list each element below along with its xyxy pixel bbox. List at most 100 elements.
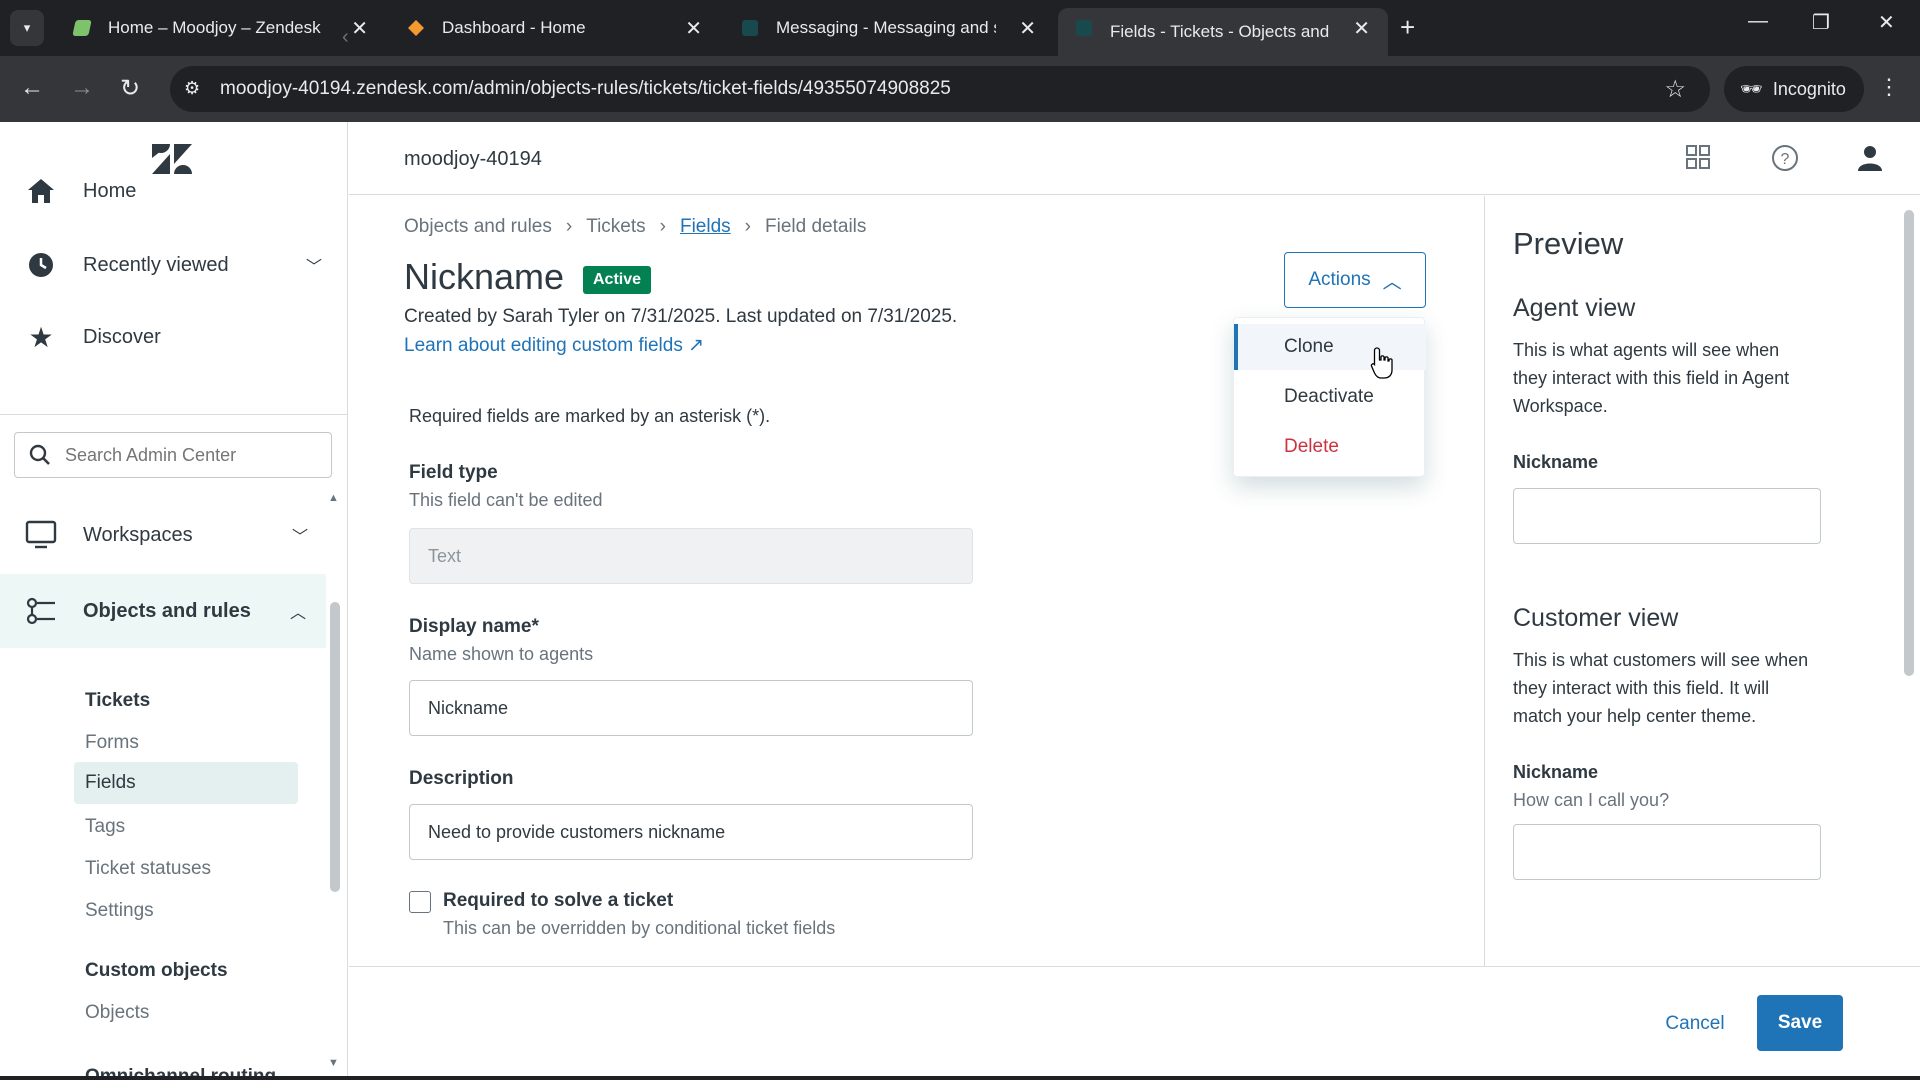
restore-icon[interactable]: ❐ (1812, 10, 1830, 35)
zendesk-favicon-icon (72, 20, 92, 36)
sidebar-item-discover[interactable]: ★ Discover (0, 308, 347, 366)
scroll-down-icon[interactable]: ▼ (328, 1057, 339, 1069)
menu-item-delete[interactable]: Delete (1234, 424, 1426, 470)
save-button[interactable]: Save (1757, 995, 1843, 1051)
customer-view-heading: Customer view (1513, 604, 1679, 632)
sidebar-subitem-objects[interactable]: Objects (85, 1002, 149, 1024)
sidebar-subitem-forms[interactable]: Forms (85, 732, 139, 754)
products-grid-icon[interactable] (1685, 144, 1715, 174)
browser-tab-home[interactable]: Home – Moodjoy – Zendesk ✕ (56, 8, 386, 48)
zendesk-favicon-icon (1076, 20, 1092, 36)
close-tab-icon[interactable]: ✕ (1353, 16, 1370, 41)
tab-title: Fields - Tickets - Objects and ru (1110, 22, 1330, 41)
created-updated-meta: Created by Sarah Tyler on 7/31/2025. Las… (404, 306, 958, 327)
preview-scrollbar[interactable] (1904, 210, 1914, 676)
chevron-up-icon: ︿ (289, 605, 306, 622)
sidebar-item-home[interactable]: Home (0, 162, 347, 220)
bookmark-star-icon[interactable]: ☆ (1664, 75, 1686, 104)
cancel-button[interactable]: Cancel (1643, 997, 1747, 1051)
close-window-icon[interactable]: ✕ (1878, 10, 1895, 35)
breadcrumb-objects-and-rules[interactable]: Objects and rules (404, 216, 552, 238)
external-link-icon: ↗ (688, 335, 705, 356)
reload-icon[interactable]: ↻ (120, 74, 140, 103)
minimize-icon[interactable]: — (1748, 10, 1768, 33)
menu-item-clone[interactable]: Clone (1234, 324, 1426, 370)
admin-header: moodjoy-40194 ? (349, 122, 1920, 195)
custom-objects-heading: Custom objects (85, 960, 228, 981)
agent-preview-label: Nickname (1513, 452, 1599, 472)
sidebar-subitem-ticket-statuses[interactable]: Ticket statuses (85, 858, 211, 880)
breadcrumb-fields[interactable]: Fields (680, 216, 731, 238)
close-tab-icon[interactable]: ✕ (351, 16, 368, 41)
preview-panel: Preview Agent view This is what agents w… (1484, 196, 1904, 966)
divider (0, 414, 347, 415)
sidebar-item-workspaces[interactable]: Workspaces ﹀ (0, 506, 347, 564)
sidebar-item-recently-viewed[interactable]: Recently viewed ﹀ (0, 236, 347, 294)
sidebar-scrollbar[interactable] (330, 602, 340, 892)
breadcrumb-tickets[interactable]: Tickets (586, 216, 645, 238)
scroll-up-icon[interactable]: ▲ (328, 492, 339, 504)
required-to-solve-hint: This can be overridden by conditional ti… (443, 918, 836, 938)
browser-tab-messaging[interactable]: Messaging - Messaging and so ✕ (724, 8, 1054, 48)
help-icon[interactable]: ? (1771, 144, 1801, 174)
sidebar-item-label: Objects and rules (83, 599, 251, 622)
window-bottom-edge (0, 1076, 1920, 1080)
footer-bar: Cancel Save (349, 966, 1920, 1080)
field-type-hint: This field can't be edited (409, 490, 603, 510)
chevron-right-icon: › (565, 216, 573, 237)
description-value: Need to provide customers nickname (428, 821, 726, 842)
customer-preview-input[interactable] (1513, 824, 1821, 880)
browser-tab-dashboard[interactable]: Dashboard - Home ✕ (390, 8, 720, 48)
sidebar-item-objects-and-rules[interactable]: Objects and rules ︿ (0, 574, 326, 648)
tab-title: Messaging - Messaging and so (776, 18, 996, 37)
home-icon (24, 176, 58, 206)
field-type-input: Text (409, 528, 973, 584)
chevron-down-icon: ﹀ (305, 259, 322, 276)
sidebar-subitem-settings[interactable]: Settings (85, 900, 154, 922)
admin-sidebar: Home Recently viewed ﹀ ★ Discover ▲ Work… (0, 122, 348, 1080)
incognito-label: Incognito (1772, 78, 1846, 99)
objects-rules-icon (24, 596, 58, 626)
forward-icon[interactable]: → (70, 74, 94, 102)
collapse-sidebar-icon[interactable]: ‹ (342, 26, 349, 49)
actions-button[interactable]: Actions ︿ (1284, 252, 1426, 308)
menu-item-deactivate[interactable]: Deactivate (1234, 374, 1426, 420)
display-name-value: Nickname (428, 697, 509, 718)
page-title: Nickname (404, 256, 565, 297)
field-details-main: Objects and rules › Tickets › Fields › F… (349, 196, 1484, 966)
breadcrumb-field-details: Field details (765, 216, 867, 237)
display-name-label: Display name* (409, 616, 539, 637)
close-tab-icon[interactable]: ✕ (685, 16, 702, 41)
tab-search-button[interactable]: ▾ (10, 10, 44, 46)
field-type-value: Text (428, 545, 462, 566)
learn-link-text: Learn about editing custom fields (404, 335, 683, 356)
close-tab-icon[interactable]: ✕ (1019, 16, 1036, 41)
incognito-indicator[interactable]: 🕶 Incognito (1724, 66, 1864, 112)
dashboard-favicon-icon (408, 20, 424, 36)
user-profile-icon[interactable] (1857, 144, 1887, 174)
search-admin-center[interactable] (14, 432, 332, 478)
required-to-solve-checkbox[interactable] (409, 891, 431, 913)
address-bar[interactable]: ⚙ moodjoy-40194.zendesk.com/admin/object… (170, 66, 1710, 112)
sidebar-item-label: Workspaces (83, 523, 193, 546)
svg-text:?: ? (1781, 151, 1790, 168)
site-info-icon[interactable]: ⚙ (184, 78, 200, 99)
browser-tab-fields[interactable]: Fields - Tickets - Objects and ru ✕ (1058, 8, 1388, 56)
actions-label: Actions (1308, 269, 1371, 290)
search-input[interactable] (65, 445, 315, 466)
back-icon[interactable]: ← (20, 74, 44, 102)
preview-title: Preview (1513, 226, 1624, 261)
incognito-icon: 🕶 (1740, 78, 1763, 99)
description-input[interactable]: Need to provide customers nickname (409, 804, 973, 860)
customer-preview-hint: How can I call you? (1513, 790, 1670, 810)
browser-menu-icon[interactable]: ⋮ (1878, 74, 1900, 100)
sidebar-subitem-tags[interactable]: Tags (85, 816, 125, 838)
display-name-input[interactable]: Nickname (409, 680, 973, 736)
browser-tabbar: ▾ Home – Moodjoy – Zendesk ✕ Dashboard -… (0, 0, 1920, 56)
agent-preview-input[interactable] (1513, 488, 1821, 544)
sidebar-subitem-fields[interactable]: Fields (74, 762, 298, 804)
new-tab-icon[interactable]: + (1400, 12, 1415, 43)
learn-link[interactable]: Learn about editing custom fields ↗ (404, 334, 704, 357)
star-icon: ★ (28, 321, 54, 353)
agent-view-heading: Agent view (1513, 294, 1636, 322)
